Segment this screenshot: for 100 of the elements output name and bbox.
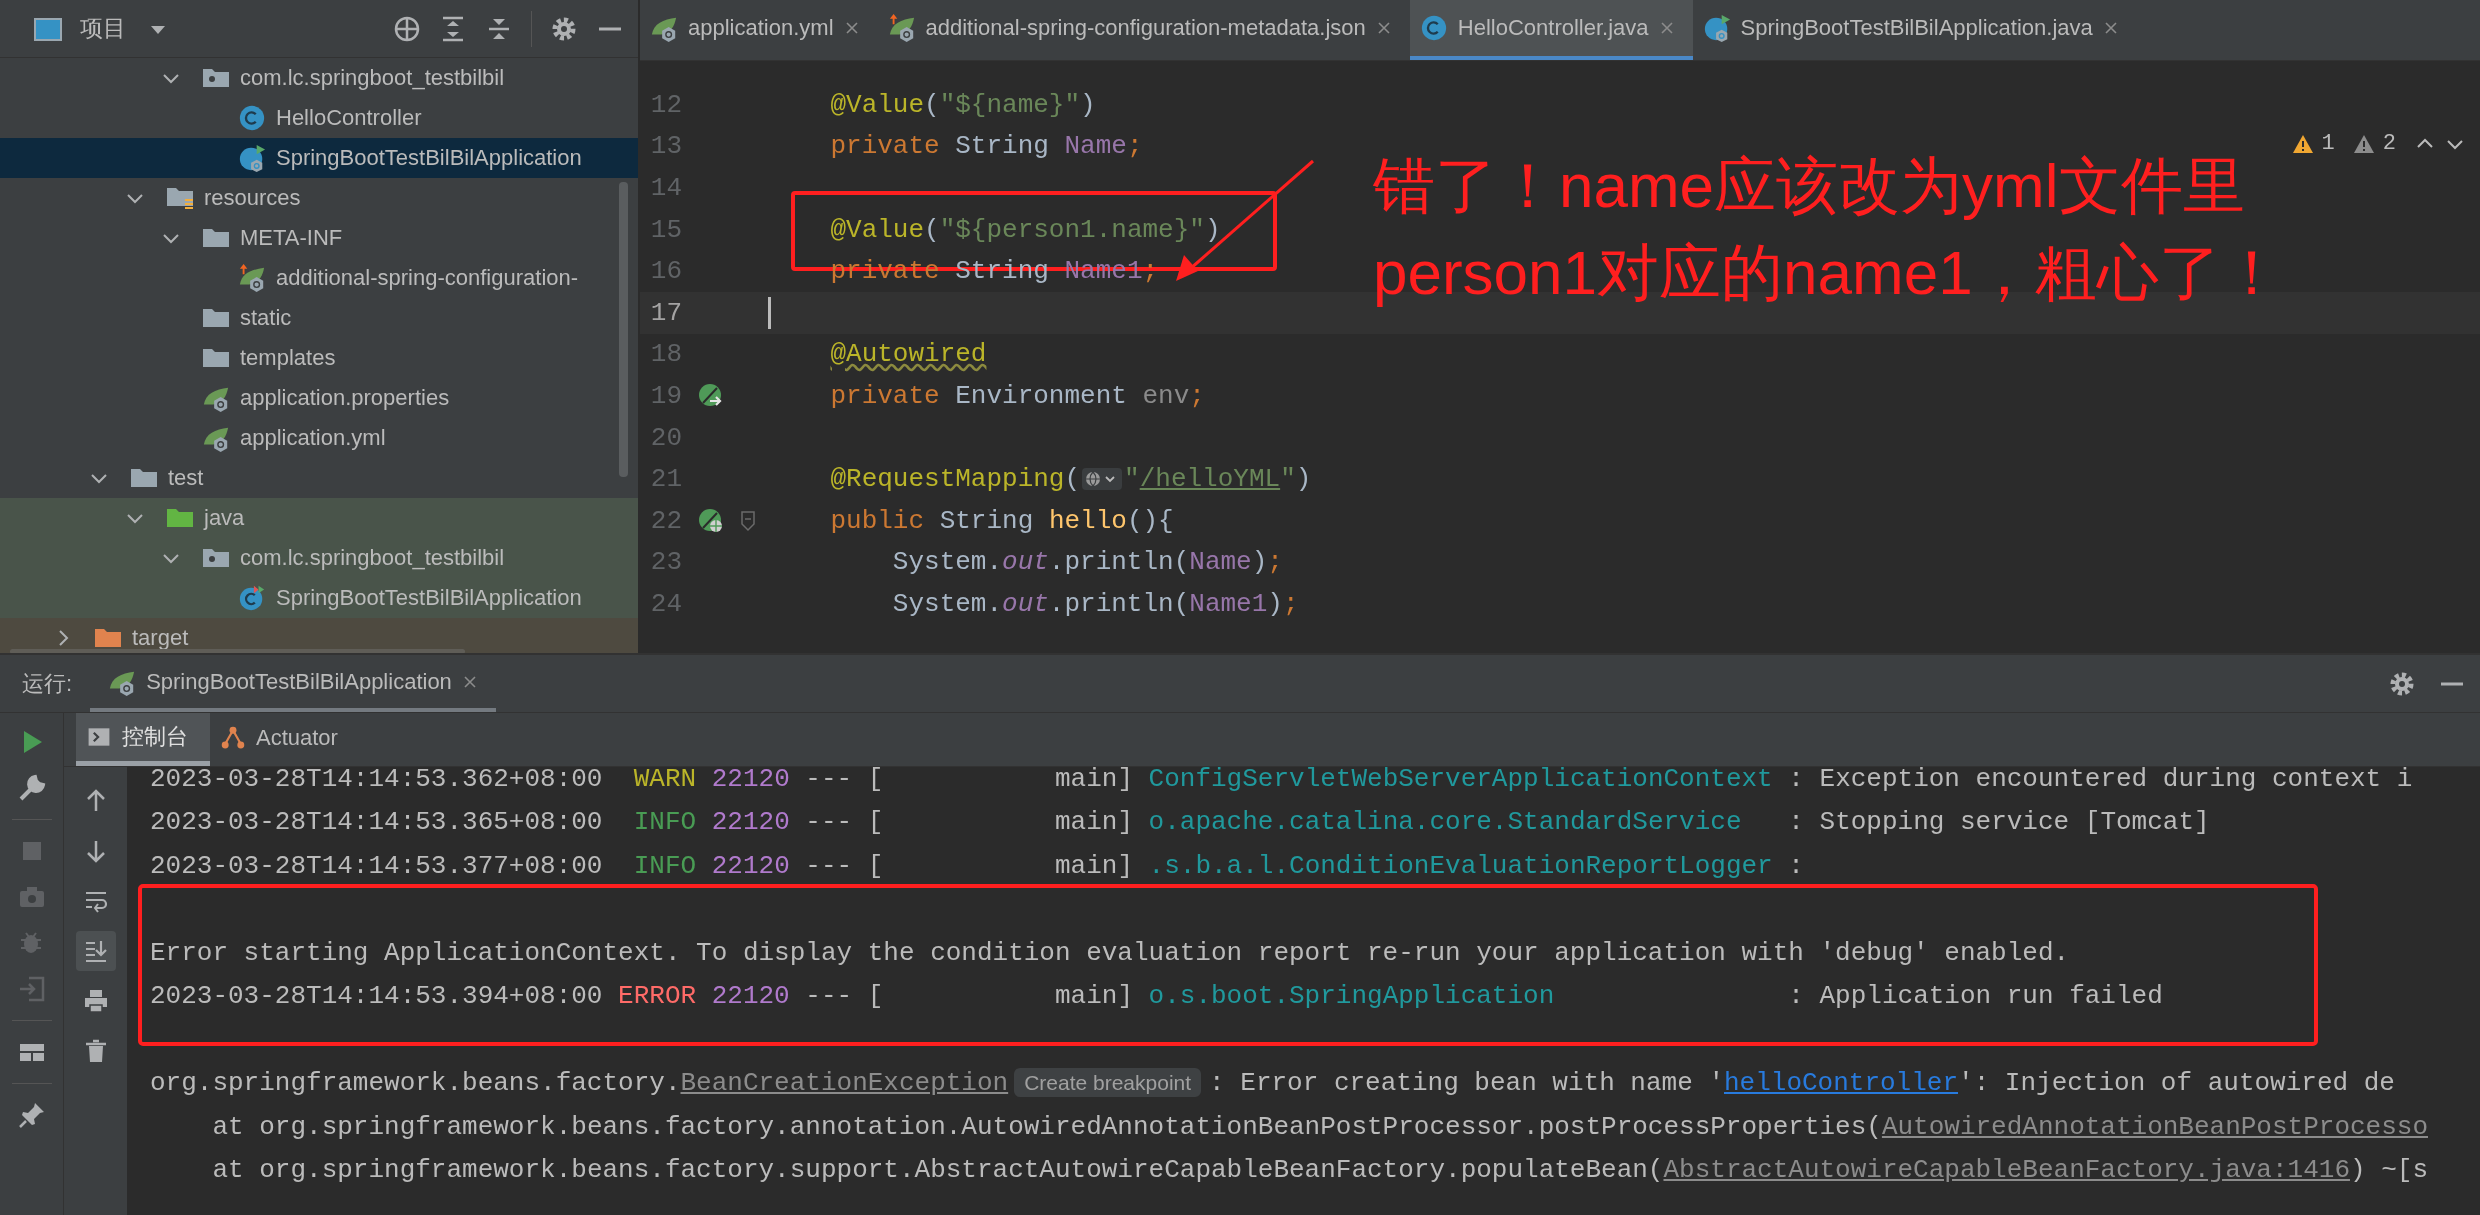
tree-item-label: test: [168, 465, 204, 491]
folder-icon: [202, 348, 230, 368]
tree-row[interactable]: resources: [0, 178, 638, 218]
tree-row[interactable]: HelloController: [0, 98, 638, 138]
code-line: System.out.println(Name);: [891, 547, 1283, 578]
folder-icon: [202, 228, 230, 248]
tree-item-label: java: [204, 505, 245, 531]
code-line: @Autowired: [829, 339, 987, 370]
tree-item-label: static: [240, 305, 292, 331]
line-number: 15: [649, 214, 682, 245]
tree-item-label: application.properties: [240, 385, 450, 411]
print-icon[interactable]: [82, 988, 109, 1014]
panel-title[interactable]: 项目: [80, 13, 126, 44]
source-link[interactable]: AutowiredAnnotationBeanPostProcesso: [1881, 1111, 2428, 1142]
tree-item-label: com.lc.springboot_testbilbil: [240, 545, 505, 571]
close-icon[interactable]: [2102, 20, 2119, 36]
source-link[interactable]: BeanCreationException: [680, 1068, 1009, 1099]
line-number: 17: [649, 297, 682, 328]
tree-item-label: additional-spring-configuration-: [276, 265, 579, 291]
link[interactable]: helloController: [1724, 1068, 1959, 1099]
warning-count: 1: [2321, 131, 2335, 156]
console-line: org.springframework.beans.factory.BeanCreationException Create breakpoint : Error creating bean with name 'helloController': Injection of autowired de: [150, 1068, 2395, 1099]
nodes-icon: [220, 724, 246, 751]
line-number: 21: [649, 464, 682, 495]
editor-tab[interactable]: SpringBootTestBilBilApplication.java: [1692, 0, 2137, 60]
code-line: @Value("${person1.name}"): [829, 214, 1221, 245]
bean-icon[interactable]: [698, 382, 724, 409]
scroll-to-end-button[interactable]: [75, 931, 116, 971]
editor-tab[interactable]: HelloController.java: [1409, 0, 1693, 60]
editor-tab[interactable]: additional-spring-configuration-metadata.json: [877, 0, 1410, 60]
tool-tab[interactable]: 控制台: [76, 713, 210, 766]
code-line: private String Name;: [829, 131, 1143, 162]
spring-config-icon: [887, 14, 916, 42]
tree-row[interactable]: SpringBootTestBilBilApplication: [0, 578, 638, 618]
tree-row[interactable]: test: [0, 458, 638, 498]
console-line: 2023-03-28T14:14:53.377+08:00 INFO 22120 --- [ main] .s.b.a.l.ConditionEvaluationReportLogger :: [150, 850, 1804, 881]
tree-item-label: META-INF: [240, 225, 343, 251]
tree-row[interactable]: SpringBootTestBilBilApplication: [0, 138, 638, 178]
tree-row[interactable]: templates: [0, 338, 638, 378]
tree-row[interactable]: application.yml: [0, 418, 638, 458]
tree-item-label: SpringBootTestBilBilApplication: [276, 145, 582, 171]
tree-item-label: com.lc.springboot_testbilbil: [240, 65, 505, 91]
scrollbar[interactable]: [619, 182, 628, 477]
code-line: public String hello(){: [829, 505, 1174, 536]
annotation-text: person1对应的name1，粗心了！: [1373, 237, 2283, 309]
tree-item-label: application.yml: [240, 425, 386, 451]
source-link[interactable]: AbstractAutowireCapableBeanFactory.java:1416: [1663, 1155, 2350, 1186]
tree-row[interactable]: target: [0, 618, 638, 653]
tree-item-label: templates: [240, 345, 336, 371]
close-icon[interactable]: [843, 20, 860, 36]
package-icon: [202, 68, 230, 88]
line-number: 14: [649, 173, 682, 203]
close-icon[interactable]: [461, 673, 478, 690]
globe-icon[interactable]: [1082, 467, 1123, 492]
console-line: 2023-03-28T14:14:53.365+08:00 INFO 22120 --- [ main] o.apache.catalina.core.StandardService : Stopping service [Tomcat]: [150, 807, 2210, 838]
tree-row[interactable]: java: [0, 498, 638, 538]
tree-row[interactable]: application.properties: [0, 378, 638, 418]
code-line: @RequestMapping( "/helloYML"): [829, 464, 1312, 495]
console-line: 2023-03-28T14:14:53.394+08:00 ERROR 22120 --- [ main] o.s.boot.SpringApplication : Application run failed: [150, 981, 2163, 1012]
line-number: 20: [649, 422, 682, 453]
line-number: 12: [649, 89, 682, 120]
line-number: 24: [649, 588, 682, 619]
folder-icon: [130, 468, 158, 488]
spring-config-icon: [238, 264, 266, 292]
test-class-icon: [238, 584, 266, 612]
run-label: 运行:: [22, 669, 73, 698]
tree-item-label: SpringBootTestBilBilApplication: [276, 585, 582, 611]
folder-icon: [202, 308, 230, 328]
line-number: 19: [649, 380, 682, 411]
create-breakpoint-button[interactable]: Create breakpoint: [1014, 1068, 1202, 1098]
console-line: 2023-03-28T14:14:53.362+08:00 WARN 22120 --- [ main] ConfigServletWebServerApplicationContext : Exception encountered during context i: [150, 763, 2413, 794]
tree-item-label: resources: [204, 185, 301, 211]
annotation-text: 错了！name应该改为yml文件里: [1373, 150, 2246, 222]
code-line: System.out.println(Name1);: [891, 588, 1299, 619]
console-line: at org.springframework.beans.factory.annotation.AutowiredAnnotationBeanPostProcessor.postProcessProperties(AutowiredAnnotationBeanPostProcesso: [211, 1111, 2428, 1142]
folder-icon: [166, 508, 194, 528]
editor-tab[interactable]: application.yml: [640, 0, 878, 60]
class-icon: [238, 104, 266, 132]
package-icon: [202, 548, 230, 568]
tree-item-label: HelloController: [276, 105, 422, 131]
tree-row[interactable]: com.lc.springboot_testbilbil: [0, 58, 638, 98]
close-icon[interactable]: [1375, 20, 1392, 36]
class-icon: [1702, 14, 1731, 42]
tree-row[interactable]: static: [0, 298, 638, 338]
tree-item-label: target: [132, 625, 189, 651]
endpoint-icon[interactable]: [698, 507, 724, 534]
line-number: 22: [649, 505, 682, 536]
warning-count: 2: [2382, 131, 2396, 156]
fold-icon[interactable]: [740, 509, 756, 532]
console-line: at org.springframework.beans.factory.support.AbstractAutowireCapableBeanFactory.populateBean(AbstractAutowireCapableBeanFactory.java:1416) ~[s: [211, 1155, 2428, 1186]
tree-row[interactable]: additional-spring-configuration-: [0, 258, 638, 298]
tree-row[interactable]: com.lc.springboot_testbilbil: [0, 538, 638, 578]
crosshair-icon[interactable]: [393, 14, 421, 43]
line-number: 16: [649, 256, 682, 287]
console-line: Error starting ApplicationContext. To display the condition evaluation report re-run your application with 'debug' enabled.: [150, 937, 2070, 968]
text-caret: [768, 296, 771, 329]
code-line: @Value("${name}"): [829, 89, 1096, 120]
tool-tab[interactable]: Actuator: [210, 713, 360, 766]
class-icon: [1419, 14, 1448, 42]
tree-row[interactable]: META-INF: [0, 218, 638, 258]
